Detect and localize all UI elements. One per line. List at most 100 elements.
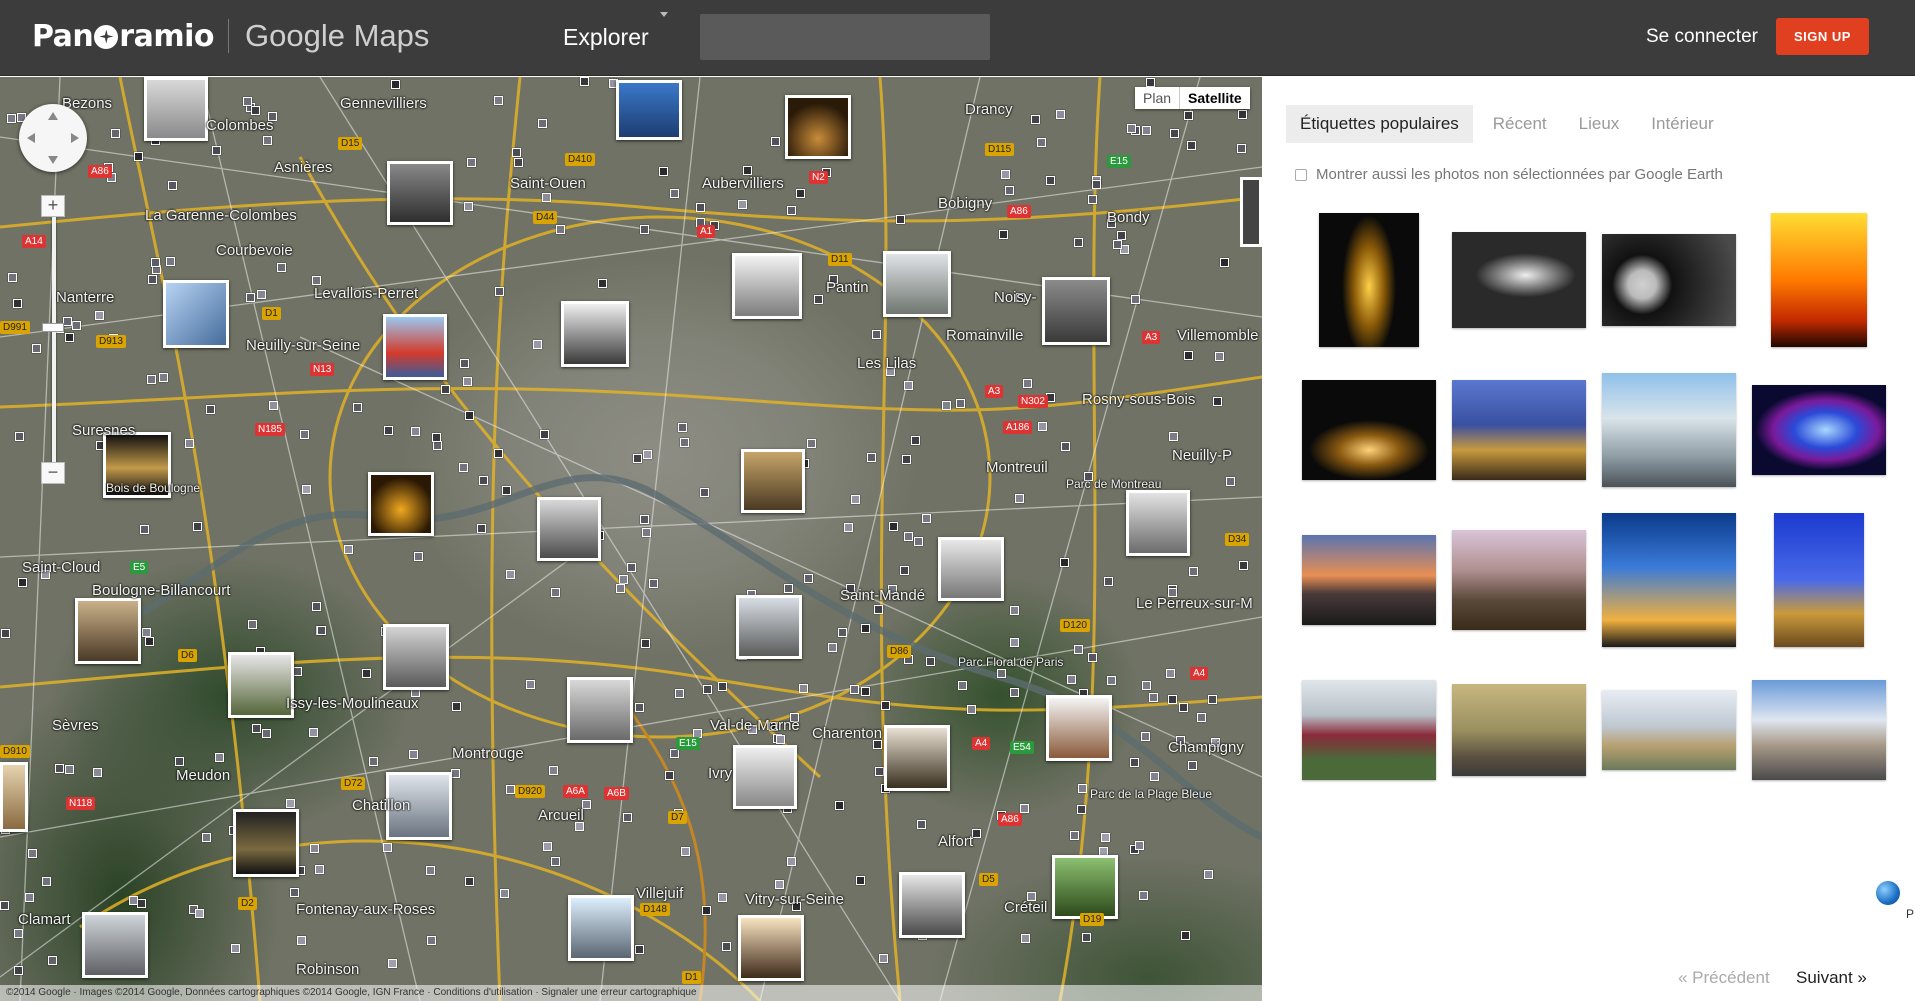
map-photo-marker[interactable] (1188, 761, 1197, 770)
pan-up-icon[interactable] (48, 112, 58, 120)
map-photo-marker[interactable] (142, 628, 151, 637)
map-photo-marker[interactable] (879, 954, 888, 963)
map-photo-marker[interactable] (1015, 494, 1024, 503)
map-photo-thumbnail[interactable] (733, 745, 797, 809)
map-photo-marker[interactable] (63, 317, 72, 326)
map-photo-marker[interactable] (7, 114, 16, 123)
map-photo-marker[interactable] (286, 799, 295, 808)
map-photo-marker[interactable] (384, 426, 393, 435)
map-photo-marker[interactable] (206, 405, 215, 414)
map-photo-thumbnail[interactable] (163, 280, 229, 348)
pan-left-icon[interactable] (27, 133, 35, 143)
photo-louvre-arcade[interactable] (1302, 380, 1436, 480)
map-photo-marker[interactable] (1088, 195, 1097, 204)
map-photo-marker[interactable] (665, 771, 674, 780)
map-photo-marker[interactable] (1010, 688, 1019, 697)
search-input[interactable] (700, 14, 990, 60)
map-photo-marker[interactable] (623, 813, 632, 822)
tab-popular-tags[interactable]: Étiquettes populaires (1286, 105, 1473, 143)
map-photo-marker[interactable] (441, 385, 450, 394)
map-photo-marker[interactable] (1166, 669, 1175, 678)
map-photo-marker[interactable] (1074, 645, 1083, 654)
photo-statue-sunset[interactable] (1771, 213, 1867, 347)
map-photo-marker[interactable] (18, 578, 27, 587)
map-photo-marker[interactable] (95, 311, 104, 320)
map-photo-marker[interactable] (495, 287, 504, 296)
map-photo-marker[interactable] (896, 215, 905, 224)
map-photo-marker[interactable] (804, 574, 813, 583)
map-photo-marker[interactable] (514, 158, 523, 167)
tab-indoor[interactable]: Intérieur (1651, 106, 1713, 142)
map-photo-marker[interactable] (1117, 231, 1126, 240)
map-photo-marker[interactable] (972, 829, 981, 838)
map-photo-marker[interactable] (48, 956, 57, 965)
map-photo-thumbnail[interactable] (884, 725, 950, 791)
pan-control[interactable] (19, 104, 87, 172)
map-photo-marker[interactable] (1046, 176, 1055, 185)
map-photo-thumbnail[interactable] (899, 872, 965, 938)
map-photo-marker[interactable] (262, 729, 271, 738)
map-photo-marker[interactable] (616, 584, 625, 593)
map-photo-marker[interactable] (465, 411, 474, 420)
photo-tile[interactable] (1744, 655, 1894, 805)
map-photo-marker[interactable] (900, 566, 909, 575)
photo-paris-skyline-dusk[interactable] (1302, 535, 1436, 625)
map-photo-marker[interactable] (874, 605, 883, 614)
map-photo-marker[interactable] (494, 96, 503, 105)
map-photo-marker[interactable] (942, 401, 951, 410)
map-photo-marker[interactable] (433, 441, 442, 450)
map-photo-marker[interactable] (248, 620, 257, 629)
photo-eiffel-sunset-sky[interactable] (1602, 513, 1736, 647)
map-photo-thumbnail[interactable] (785, 95, 851, 159)
map-photo-marker[interactable] (1184, 351, 1193, 360)
map-photo-marker[interactable] (904, 532, 913, 541)
photo-tile[interactable] (1444, 355, 1594, 505)
map-photo-marker[interactable] (1149, 693, 1158, 702)
map-photo-marker[interactable] (28, 849, 37, 858)
map-photo-marker[interactable] (1067, 675, 1076, 684)
map-photo-marker[interactable] (369, 757, 378, 766)
map-photo-marker[interactable] (551, 857, 560, 866)
map-photo-thumbnail[interactable] (537, 497, 601, 561)
map-photo-marker[interactable] (1056, 110, 1065, 119)
map-photo-marker[interactable] (427, 936, 436, 945)
map-photo-marker[interactable] (917, 820, 926, 829)
map-photo-marker[interactable] (317, 626, 326, 635)
map-photo-marker[interactable] (670, 189, 679, 198)
map-photo-thumbnail[interactable] (144, 77, 208, 141)
map-photo-marker[interactable] (1146, 78, 1155, 87)
map-photo-marker[interactable] (681, 847, 690, 856)
map-photo-marker[interactable] (633, 454, 642, 463)
map-photo-thumbnail[interactable] (736, 595, 802, 659)
map-photo-marker[interactable] (702, 906, 711, 915)
map-photo-marker[interactable] (922, 514, 931, 523)
map-photo-marker[interactable] (1, 629, 10, 638)
map-photo-marker[interactable] (315, 865, 324, 874)
photo-tile[interactable] (1744, 205, 1894, 355)
map-photo-marker[interactable] (500, 889, 509, 898)
map-photo-marker[interactable] (881, 701, 890, 710)
map-photo-marker[interactable] (771, 137, 780, 146)
map-photo-marker[interactable] (243, 97, 252, 106)
map-photo-marker[interactable] (1021, 934, 1030, 943)
map-photo-marker[interactable] (1101, 833, 1110, 842)
map-photo-marker[interactable] (649, 579, 658, 588)
map-photo-marker[interactable] (872, 330, 881, 339)
map-photo-marker[interactable] (263, 136, 272, 145)
map-photo-thumbnail[interactable] (616, 80, 682, 140)
map-photo-marker[interactable] (580, 77, 589, 86)
map-photo-marker[interactable] (452, 702, 461, 711)
map-photo-marker[interactable] (1142, 126, 1151, 135)
map-photo-marker[interactable] (551, 588, 560, 597)
map-photo-marker[interactable] (391, 80, 400, 89)
map-photo-marker[interactable] (312, 276, 321, 285)
map-photo-marker[interactable] (463, 377, 472, 386)
map-photo-marker[interactable] (958, 681, 967, 690)
map-photo-marker[interactable] (1187, 141, 1196, 150)
map-photo-marker[interactable] (300, 430, 309, 439)
map-photo-marker[interactable] (1204, 870, 1213, 879)
map-photo-marker[interactable] (838, 628, 847, 637)
map-photo-marker[interactable] (635, 945, 644, 954)
map-photo-marker[interactable] (703, 685, 712, 694)
map-photo-marker[interactable] (718, 682, 727, 691)
